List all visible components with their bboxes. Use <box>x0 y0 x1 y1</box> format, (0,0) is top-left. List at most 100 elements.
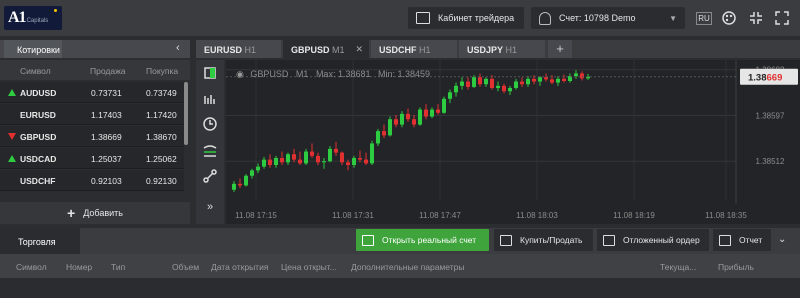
tab-chart-gbpusd[interactable]: GBPUSD M1 ✕ <box>283 40 369 58</box>
quote-symbol: EURUSD <box>20 110 56 120</box>
pending-order-button[interactable]: Отложенный ордер <box>597 229 709 251</box>
col-header: Дата открытия <box>211 262 269 272</box>
trader-cabinet-label: Кабинет трейдера <box>438 13 515 23</box>
candle-body <box>412 119 416 125</box>
x-tick-label: 11.08 18:35 <box>705 211 747 220</box>
quote-row[interactable]: GBPUSD 1.38669 1.38670 <box>0 126 184 147</box>
indicators-icon[interactable] <box>198 90 222 112</box>
candle-body <box>532 78 536 82</box>
quotes-scrollbar[interactable] <box>184 82 188 145</box>
arrow-up-icon <box>8 155 16 162</box>
add-symbol-button[interactable]: + Добавить <box>0 202 190 224</box>
quote-row[interactable]: AUDUSD 0.73731 0.73749 <box>0 82 184 103</box>
fullscreen-icon[interactable] <box>775 11 789 25</box>
buy-sell-label: Купить/Продать <box>520 235 583 245</box>
palette-icon[interactable] <box>722 11 736 25</box>
tab-symbol: USDCHF <box>379 45 417 55</box>
add-order-icon <box>500 234 512 246</box>
chart-type-icon[interactable] <box>198 64 222 86</box>
chart-symbol: GBPUSD <box>250 69 289 79</box>
candle-body <box>520 81 524 85</box>
trader-cabinet-button[interactable]: Кабинет трейдера <box>408 7 524 29</box>
chevron-down-icon: ▼ <box>669 13 677 23</box>
quote-sell[interactable]: 0.92103 <box>91 176 122 186</box>
x-tick-label: 11.08 17:31 <box>332 211 374 220</box>
chart-area[interactable]: 1.386821.385971.3851211.08 17:1511.08 17… <box>226 60 800 224</box>
clock-icon[interactable] <box>198 116 222 138</box>
quote-sell[interactable]: 1.17403 <box>91 110 122 120</box>
candle-body <box>526 78 530 85</box>
logo-sub: Capitals <box>26 18 49 24</box>
candle-body <box>448 92 452 99</box>
col-header: Текуща... <box>660 262 697 272</box>
close-icon[interactable]: ✕ <box>355 44 363 55</box>
account-selector[interactable]: Счет: 10798 Demo ▼ <box>531 7 685 29</box>
trades-table-body <box>0 278 800 298</box>
login-icon <box>416 12 430 24</box>
buy-sell-button[interactable]: Купить/Продать <box>494 229 593 251</box>
x-tick-label: 11.08 17:15 <box>235 211 277 220</box>
report-button[interactable]: Отчет <box>713 229 771 251</box>
language-selector[interactable]: RU <box>696 12 712 25</box>
y-tick-label: 1.38597 <box>756 111 785 120</box>
x-tick-label: 11.08 18:03 <box>516 211 558 220</box>
tab-timeframe: H1 <box>244 45 257 55</box>
quote-buy[interactable]: 0.92130 <box>146 176 177 186</box>
candle-body <box>286 154 290 163</box>
col-sell: Продажа <box>90 66 126 76</box>
quote-row[interactable]: EURUSD 1.17403 1.17420 <box>0 104 184 125</box>
quote-buy[interactable]: 1.38670 <box>146 132 177 142</box>
draw-line-icon[interactable] <box>198 168 222 190</box>
eye-icon[interactable]: ◉ <box>236 69 244 79</box>
quote-sell[interactable]: 0.73731 <box>91 88 122 98</box>
tab-chart-usdchf[interactable]: USDCHF H1 <box>371 40 457 58</box>
open-real-account-button[interactable]: Открыть реальный счет <box>356 229 489 251</box>
candle-body <box>562 78 566 81</box>
tab-chart-usdjpy[interactable]: USDJPY H1 <box>459 40 545 58</box>
candle-body <box>502 85 506 92</box>
tab-symbol: GBPUSD <box>291 45 330 55</box>
tab-timeframe: H1 <box>419 45 431 55</box>
current-price-label: 1.38669 <box>748 73 782 84</box>
candle-body <box>280 158 284 163</box>
candle-body <box>322 161 326 163</box>
candle-body <box>484 78 488 85</box>
chart-style-icon[interactable] <box>198 142 222 164</box>
candle-body <box>334 148 338 153</box>
quote-row[interactable]: USDCHF 0.92103 0.92130 <box>0 170 184 191</box>
candle-body <box>454 85 458 93</box>
col-header: Номер <box>66 262 93 272</box>
quote-sell[interactable]: 1.38669 <box>91 132 122 142</box>
candle-body <box>508 88 512 92</box>
candle-body <box>544 77 548 80</box>
candle-body <box>232 183 236 190</box>
tab-quotes[interactable]: Котировки <box>4 40 62 58</box>
col-header: Дополнительные параметры <box>351 262 465 272</box>
tab-trading[interactable]: Торговля <box>0 228 80 254</box>
logo: A1 Capitals <box>4 6 62 30</box>
expand-tools-icon[interactable]: » <box>198 196 222 218</box>
quote-row[interactable]: USDCAD 1.25037 1.25062 <box>0 148 184 169</box>
chevron-down-icon[interactable]: ⌄ <box>778 234 786 245</box>
collapse-panel-icon[interactable]: ‹ <box>176 42 180 54</box>
candle-body <box>346 162 350 165</box>
tab-timeframe: H1 <box>505 45 518 55</box>
collapse-window-icon[interactable] <box>749 11 763 25</box>
quote-buy[interactable]: 0.73749 <box>146 88 177 98</box>
tab-chart-eurusd[interactable]: EURUSD H1 <box>196 40 281 58</box>
tab-symbol: USDJPY <box>467 45 504 55</box>
add-chart-tab-button[interactable]: + <box>548 40 572 58</box>
col-header: Объем <box>172 262 200 272</box>
candlestick-chart[interactable]: 1.386821.385971.3851211.08 17:1511.08 17… <box>226 60 800 224</box>
quote-symbol: USDCAD <box>20 154 57 164</box>
quote-sell[interactable]: 1.25037 <box>91 154 122 164</box>
quote-buy[interactable]: 1.17420 <box>146 110 177 120</box>
candle-body <box>430 109 434 117</box>
quotes-column-header: Символ Продажа Покупка <box>0 60 190 80</box>
candle-body <box>424 109 428 117</box>
candle-body <box>466 81 470 87</box>
quote-buy[interactable]: 1.25062 <box>146 154 177 164</box>
candle-body <box>574 73 578 77</box>
candle-body <box>418 109 422 125</box>
candle-body <box>394 119 398 125</box>
